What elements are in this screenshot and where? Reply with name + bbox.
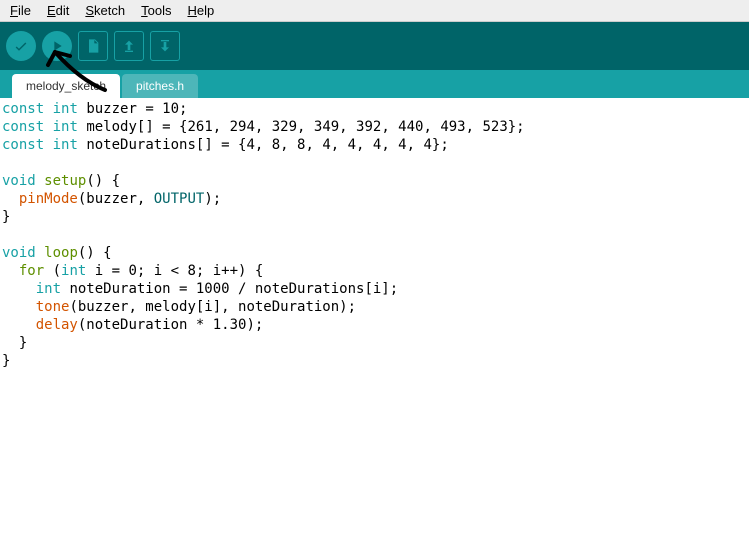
code-token: buzzer = 10; [78,101,188,117]
code-token: melody[] = {261, 294, 329, 349, 392, 440… [78,119,525,135]
code-token: () { [78,245,112,261]
menu-help-text: elp [197,3,214,18]
menu-edit-text: dit [56,3,70,18]
file-icon [85,38,101,54]
menu-sketch-text: ketch [94,3,125,18]
menu-file[interactable]: File [4,2,37,19]
new-button[interactable] [78,31,108,61]
check-icon [13,38,29,54]
code-token [2,281,36,297]
code-token: ( [44,263,61,279]
code-token: noteDuration = 1000 / noteDurations[i]; [61,281,398,297]
code-token: int [36,281,61,297]
menu-bar: File Edit Sketch Tools Help [0,0,749,22]
code-token: (buzzer, melody[i], noteDuration); [69,299,356,315]
code-token: for [19,263,44,279]
code-token: (noteDuration * 1.30); [78,317,263,333]
tab-pitches-h[interactable]: pitches.h [122,74,198,98]
code-token: noteDurations[] = {4, 8, 8, 4, 4, 4, 4, … [78,137,449,153]
tab-bar: melody_sketch pitches.h [0,70,749,98]
code-token [2,263,19,279]
code-editor[interactable]: const int buzzer = 10; const int melody[… [0,98,749,552]
open-button[interactable] [114,31,144,61]
code-token [2,317,36,333]
arrow-up-icon [121,38,137,54]
code-token [2,299,36,315]
code-token: } [2,335,27,351]
code-token: OUTPUT [154,191,205,207]
code-token: int [53,101,78,117]
verify-button[interactable] [6,31,36,61]
code-token: const [2,137,44,153]
code-token: (buzzer, [78,191,154,207]
code-token [2,191,19,207]
code-token: int [53,137,78,153]
code-token: void [2,173,36,189]
tab-melody-sketch[interactable]: melody_sketch [12,74,120,98]
code-token: tone [36,299,70,315]
menu-file-text: ile [18,3,31,18]
code-token: const [2,119,44,135]
menu-tools-text: ools [148,3,172,18]
code-token: } [2,209,10,225]
menu-help[interactable]: Help [181,2,220,19]
code-token: loop [44,245,78,261]
arrow-right-icon [49,38,65,54]
code-token: } [2,353,10,369]
menu-edit[interactable]: Edit [41,2,75,19]
code-token: const [2,101,44,117]
menu-sketch[interactable]: Sketch [79,2,131,19]
code-token: setup [44,173,86,189]
code-token: int [61,263,86,279]
arrow-down-icon [157,38,173,54]
code-token: pinMode [19,191,78,207]
code-token: void [2,245,36,261]
code-token: delay [36,317,78,333]
save-button[interactable] [150,31,180,61]
code-token: i = 0; i < 8; i++) { [86,263,263,279]
menu-tools[interactable]: Tools [135,2,177,19]
upload-button[interactable] [42,31,72,61]
code-token: int [53,119,78,135]
code-token: () { [86,173,120,189]
code-token: ); [204,191,221,207]
toolbar [0,22,749,70]
